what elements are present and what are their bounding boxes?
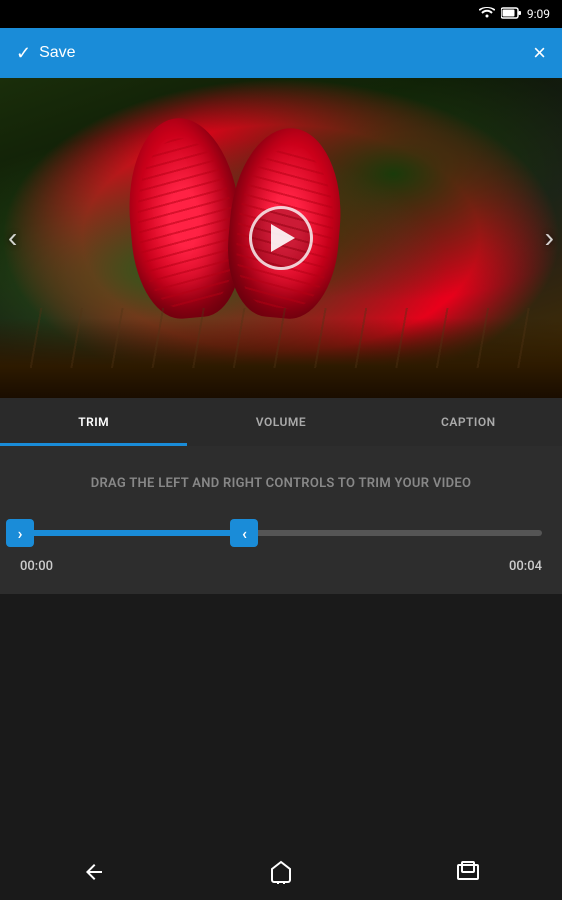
tab-trim-underline (0, 443, 187, 446)
play-icon (271, 224, 295, 252)
tab-bar: TRIM VOLUME CAPTION (0, 398, 562, 446)
next-arrow-button[interactable]: › (545, 222, 554, 254)
wifi-icon (479, 7, 495, 22)
slider-fill (20, 530, 244, 536)
tab-volume[interactable]: VOLUME (187, 398, 374, 446)
save-button[interactable]: ✓ Save (16, 43, 76, 64)
chevron-right-icon: ‹ (242, 524, 247, 543)
bottom-nav (0, 844, 562, 900)
trim-instruction: DRAG THE LEFT AND RIGHT CONTROLS TO TRIM… (91, 476, 472, 491)
recents-button[interactable] (436, 852, 500, 892)
action-bar: ✓ Save × (0, 28, 562, 78)
battery-icon (501, 7, 521, 22)
video-area: ‹ › (0, 78, 562, 398)
tab-caption-label: CAPTION (441, 415, 496, 429)
close-icon: × (533, 40, 546, 65)
play-button[interactable] (249, 206, 313, 270)
close-button[interactable]: × (533, 42, 546, 64)
home-button[interactable] (249, 852, 313, 892)
back-button[interactable] (62, 852, 126, 892)
tab-trim-label: TRIM (78, 415, 109, 429)
tab-caption[interactable]: CAPTION (375, 398, 562, 446)
time-labels: 00:00 00:04 (20, 559, 542, 574)
checkmark-icon: ✓ (16, 43, 31, 64)
trim-handle-right[interactable]: ‹ (230, 519, 258, 547)
chevron-left-icon: › (18, 524, 23, 543)
home-icon (269, 860, 293, 884)
slider-track: › ‹ (20, 530, 542, 536)
save-label: Save (39, 44, 75, 62)
status-bar: 9:09 (0, 0, 562, 28)
tab-trim[interactable]: TRIM (0, 398, 187, 446)
recents-icon (456, 860, 480, 884)
trim-handle-left[interactable]: › (6, 519, 34, 547)
time-display: 9:09 (527, 7, 550, 21)
content-area: DRAG THE LEFT AND RIGHT CONTROLS TO TRIM… (0, 446, 562, 594)
end-time-label: 00:04 (509, 559, 542, 574)
back-icon (82, 860, 106, 884)
start-time-label: 00:00 (20, 559, 53, 574)
sticks (20, 308, 542, 368)
trim-slider[interactable]: › ‹ (20, 515, 542, 551)
tab-volume-label: VOLUME (256, 415, 306, 429)
prev-arrow-button[interactable]: ‹ (8, 222, 17, 254)
